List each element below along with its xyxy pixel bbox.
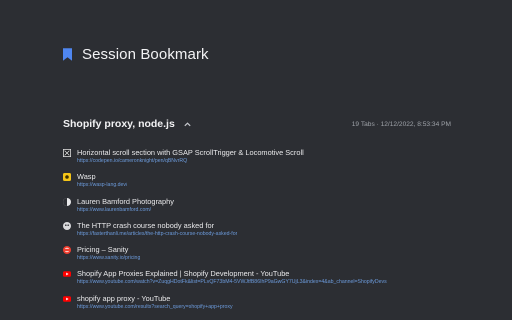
sanity-icon <box>63 246 71 255</box>
tab-url[interactable]: https://fasterthanli.me/articles/the-htt… <box>77 231 237 238</box>
tab-item[interactable]: Horizontal scroll section with GSAP Scro… <box>63 148 453 172</box>
tab-item[interactable]: Lauren Bamford Photography https://www.l… <box>63 197 453 221</box>
session-group-header[interactable]: Shopify proxy, node.js 19 Tabs · 12/12/2… <box>63 118 451 130</box>
tab-item[interactable]: Pricing – Sanity https://www.sanity.io/p… <box>63 245 453 269</box>
tab-title[interactable]: Wasp <box>77 172 127 182</box>
tab-url[interactable]: https://www.laurenbamford.com/ <box>77 207 174 214</box>
tab-url[interactable]: https://www.youtube.com/watch?v=ZuqgHDot… <box>77 279 387 286</box>
photo-icon <box>63 197 71 206</box>
tab-url[interactable]: https://www.youtube.com/results?search_q… <box>77 304 233 311</box>
tab-url[interactable]: https://codepen.io/cameronknight/pen/qBN… <box>77 158 304 165</box>
tab-title[interactable]: Horizontal scroll section with GSAP Scro… <box>77 148 304 158</box>
tab-title[interactable]: Lauren Bamford Photography <box>77 197 174 207</box>
session-group-meta: 19 Tabs · 12/12/2022, 8:53:34 PM <box>351 120 451 128</box>
wasp-icon <box>63 173 71 182</box>
tab-item[interactable]: Shopify App Proxies Explained | Shopify … <box>63 269 453 293</box>
codepen-icon <box>63 149 71 157</box>
tab-title[interactable]: shopify app proxy - YouTube <box>77 294 233 304</box>
session-group-title: Shopify proxy, node.js <box>63 118 175 130</box>
tab-title[interactable]: Pricing – Sanity <box>77 245 140 255</box>
youtube-icon <box>63 295 71 302</box>
tab-list: Horizontal scroll section with GSAP Scro… <box>63 148 453 318</box>
youtube-icon <box>63 271 71 278</box>
chevron-up-icon[interactable] <box>183 120 192 129</box>
tab-item[interactable]: shopify app proxy - YouTube https://www.… <box>63 294 453 318</box>
tab-title[interactable]: Shopify App Proxies Explained | Shopify … <box>77 269 387 279</box>
tab-item[interactable]: The HTTP crash course nobody asked for h… <box>63 221 453 245</box>
bookmark-icon <box>63 48 72 61</box>
fasterthanlime-icon <box>63 221 71 230</box>
app-header: Session Bookmark <box>63 46 209 63</box>
tab-url[interactable]: https://www.sanity.io/pricing <box>77 255 140 262</box>
page-title: Session Bookmark <box>82 46 209 63</box>
tab-title[interactable]: The HTTP crash course nobody asked for <box>77 221 237 231</box>
tab-url[interactable]: https://wasp-lang.dev/ <box>77 182 127 189</box>
tab-item[interactable]: Wasp https://wasp-lang.dev/ <box>63 172 453 196</box>
